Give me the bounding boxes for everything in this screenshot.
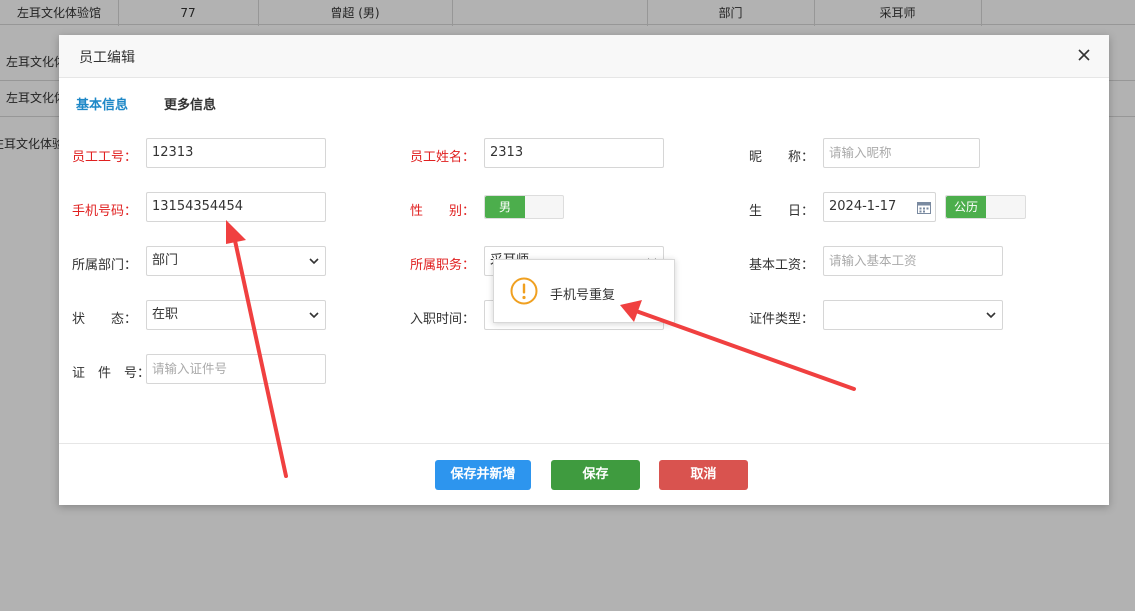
hire-date-label: 入职时间： bbox=[410, 312, 476, 327]
tab-more-info[interactable]: 更多信息 bbox=[164, 94, 216, 113]
save-and-new-button[interactable]: 保存并新增 bbox=[435, 460, 531, 490]
phone-input[interactable]: 13154354454 bbox=[146, 192, 326, 222]
gender-toggle[interactable]: 男 bbox=[484, 195, 564, 219]
employee-edit-dialog: 员工编辑 基本信息 更多信息 员工工号： 12313 员工姓名： 2313 昵 … bbox=[59, 35, 1109, 505]
id-no-input[interactable]: 请输入证件号 bbox=[146, 354, 326, 384]
chevron-down-icon bbox=[309, 258, 319, 265]
save-button[interactable]: 保存 bbox=[551, 460, 640, 490]
status-label: 状 态： bbox=[72, 312, 138, 327]
chevron-down-icon bbox=[986, 312, 996, 319]
gender-label: 性 别： bbox=[410, 204, 476, 219]
nickname-label: 昵 称： bbox=[749, 150, 815, 165]
dept-select[interactable]: 部门 bbox=[146, 246, 326, 276]
salary-input[interactable]: 请输入基本工资 bbox=[823, 246, 1003, 276]
cancel-button[interactable]: 取消 bbox=[659, 460, 748, 490]
salary-label: 基本工资： bbox=[749, 258, 815, 273]
birthday-label: 生 日： bbox=[749, 204, 815, 219]
id-no-label: 证 件 号： bbox=[72, 366, 151, 381]
calendar-type-value: 公历 bbox=[946, 196, 986, 218]
tab-basic-info[interactable]: 基本信息 bbox=[76, 94, 128, 113]
birthday-value: 2024-1-17 bbox=[829, 199, 897, 214]
position-label: 所属职务： bbox=[410, 258, 476, 273]
nickname-input[interactable]: 请输入昵称 bbox=[823, 138, 980, 168]
toast-text: 手机号重复 bbox=[550, 288, 616, 303]
emp-name-input[interactable]: 2313 bbox=[484, 138, 664, 168]
status-select[interactable]: 在职 bbox=[146, 300, 326, 330]
status-select-value: 在职 bbox=[152, 307, 179, 322]
emp-no-input[interactable]: 12313 bbox=[146, 138, 326, 168]
close-icon[interactable] bbox=[1073, 44, 1095, 66]
gender-toggle-value: 男 bbox=[485, 196, 525, 218]
dept-select-value: 部门 bbox=[152, 253, 179, 268]
toast-message: 手机号重复 bbox=[493, 259, 675, 323]
warning-icon bbox=[510, 277, 538, 305]
emp-name-label: 员工姓名： bbox=[410, 150, 476, 165]
calendar-icon[interactable] bbox=[917, 201, 931, 214]
dialog-footer-divider bbox=[59, 443, 1109, 444]
chevron-down-icon bbox=[309, 312, 319, 319]
calendar-type-toggle[interactable]: 公历 bbox=[945, 195, 1026, 219]
dialog-header: 员工编辑 bbox=[59, 35, 1109, 78]
id-type-select[interactable] bbox=[823, 300, 1003, 330]
birthday-input[interactable]: 2024-1-17 bbox=[823, 192, 936, 222]
dialog-title: 员工编辑 bbox=[79, 50, 135, 66]
id-type-label: 证件类型： bbox=[749, 312, 815, 327]
phone-label: 手机号码： bbox=[72, 204, 138, 219]
emp-no-label: 员工工号： bbox=[72, 150, 138, 165]
dept-label: 所属部门： bbox=[72, 258, 138, 273]
